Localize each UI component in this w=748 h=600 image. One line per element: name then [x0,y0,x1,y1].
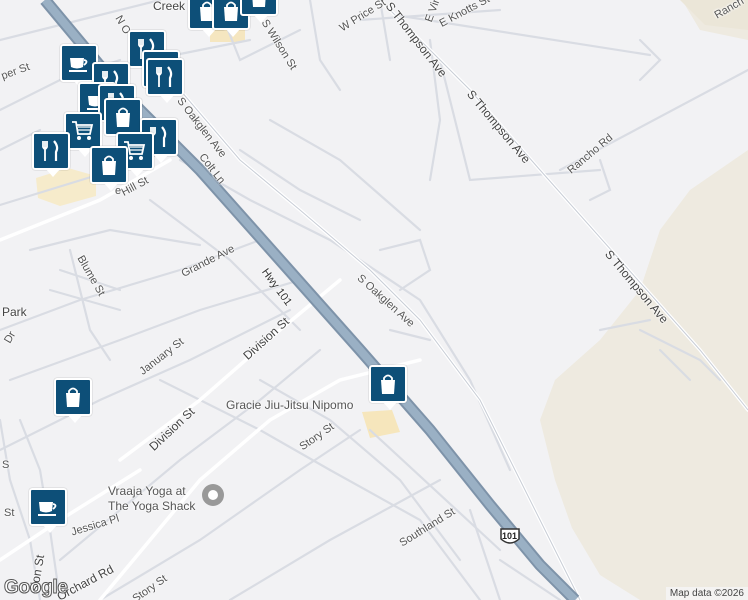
shopping-bag-icon [66,387,80,407]
restaurant-icon [42,140,59,161]
shopping-cart-icon [72,121,94,140]
restaurant-pin[interactable] [146,58,184,103]
map-canvas[interactable]: Hwy 101 S Thompson Ave S Thompson Ave S … [0,0,748,600]
street-label: S [2,459,10,471]
route-101-shield-icon: 101 [499,527,521,547]
shopping-bag-icon [252,0,266,7]
place-label-yoga-line2[interactable]: The Yoga Shack [108,499,195,514]
shopping-bag-icon [381,374,395,394]
street-label: St [4,507,15,519]
map-data-credit[interactable]: Map data ©2026 [665,587,748,600]
shopping-bag-icon [102,155,116,175]
route-101-number: 101 [502,531,518,541]
coffee-pin[interactable] [29,488,67,533]
place-label-park: Park [2,305,27,319]
shopping-bag-pin[interactable] [240,0,278,23]
yoga-place-marker-icon[interactable] [202,484,224,506]
google-logo[interactable]: Google [4,577,69,599]
coffee-icon [38,502,57,516]
shopping-bag-pin[interactable] [54,378,92,423]
restaurant-icon [156,66,173,87]
shopping-bag-icon [116,107,130,127]
place-label-gracie-jiu-jitsu[interactable]: Gracie Jiu-Jitsu Nipomo [226,398,353,413]
place-label-creek: Creek [153,0,186,13]
shopping-bag-pin[interactable] [104,98,142,143]
restaurant-pin[interactable] [32,132,70,177]
shopping-bag-pin-gracie[interactable] [369,365,407,410]
coffee-icon [69,58,88,72]
place-label-yoga-line1[interactable]: Vraaja Yoga at [108,484,186,499]
shopping-bag-pin[interactable] [90,146,128,191]
